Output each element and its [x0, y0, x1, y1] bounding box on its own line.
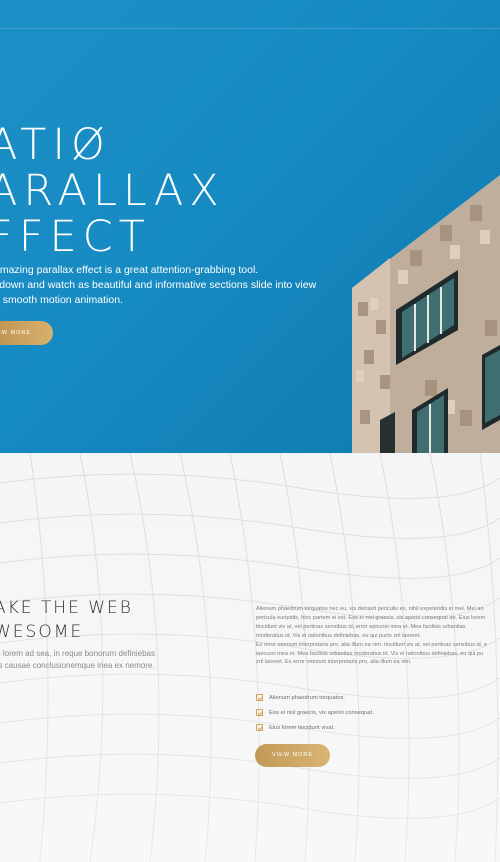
- paragraph-line: epicurei mea et. Mea facilisis urbanitas…: [256, 650, 484, 657]
- checklist-item: Eos ei nisl graecis, vix aperiri consequ…: [256, 705, 374, 720]
- section-heading: AKE THE WEB WESOME: [0, 596, 133, 644]
- paragraph-line: pericula euripidis, hinc partem ei est. …: [256, 614, 486, 621]
- checklist-item: Eius lorem tincidunt vivat.: [256, 720, 374, 735]
- paragraph-line: moderatius id. Vis ei rationibus definie…: [256, 632, 421, 639]
- checklist-item-label: Alienum phaedrum torquatos.: [269, 694, 346, 701]
- section-subtext-line: m lorem ad sea, in reque bonorum definie…: [0, 649, 155, 658]
- checklist-item-label: Eos ei nisl graecis, vix aperiri consequ…: [269, 709, 374, 716]
- section-subtext: m lorem ad sea, in reque bonorum definie…: [0, 648, 155, 672]
- checkbox-icon: [256, 724, 263, 731]
- checkbox-icon: [256, 694, 263, 701]
- hero-title-line: FFECT: [0, 212, 151, 262]
- paragraph-line: tincidunt vix at, vel pertinax sensibus …: [256, 623, 466, 630]
- hero-description: amazing parallax effect is a great atten…: [0, 263, 324, 308]
- paragraph-line: Alienum phaedrum torquatos nec eu, vis d…: [256, 606, 484, 612]
- section-heading-line: WESOME: [0, 622, 84, 642]
- feature-checklist: Alienum phaedrum torquatos. Eos ei nisl …: [256, 690, 374, 735]
- hero-title-line: ARALLAX: [0, 166, 225, 216]
- checklist-item-label: Eius lorem tincidunt vivat.: [269, 724, 335, 731]
- paragraph-line: zril laoreet. Ex error omnium interpreta…: [256, 659, 412, 666]
- section-view-more-button[interactable]: VIEW MORE: [255, 744, 330, 767]
- hero-description-line: a smooth motion animation.: [0, 294, 123, 306]
- hero-description-line: amazing parallax effect is a great atten…: [0, 264, 259, 276]
- checkbox-icon: [256, 709, 263, 716]
- hero-description-line: l down and watch as beautiful and inform…: [0, 279, 317, 291]
- checklist-item: Alienum phaedrum torquatos.: [256, 690, 374, 705]
- section-heading-line: AKE THE WEB: [0, 598, 133, 618]
- hero-view-more-button[interactable]: VIEW MORE: [0, 321, 53, 345]
- building-image: [352, 175, 500, 453]
- hero-section: ATIØ ARALLAX FFECT amazing parallax effe…: [0, 0, 500, 453]
- paragraph-line: Ex error omnium interpretaris pro, alia …: [256, 641, 487, 648]
- hero-title-line: ATIØ: [0, 120, 111, 170]
- section-subtext-line: us causae conclusionemque inea ex nemore…: [0, 661, 155, 670]
- hero-title: ATIØ ARALLAX FFECT: [0, 122, 225, 260]
- section-paragraph: Alienum phaedrum torquatos nec eu, vis d…: [256, 605, 500, 667]
- header-divider: [0, 28, 500, 29]
